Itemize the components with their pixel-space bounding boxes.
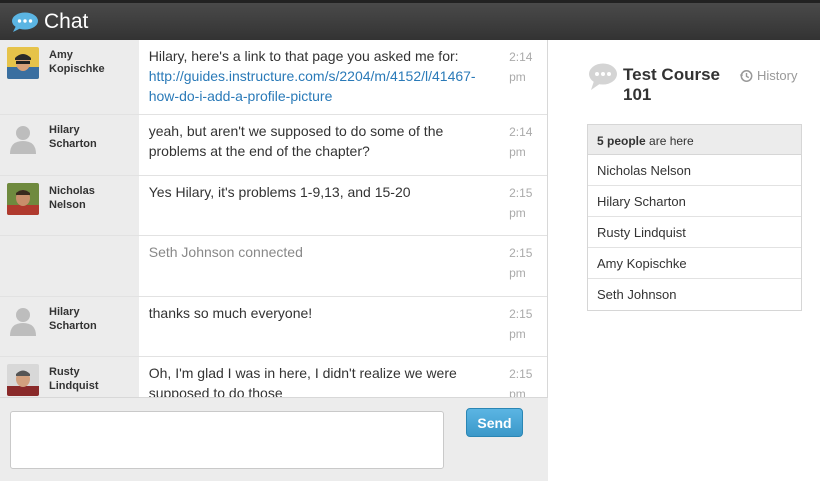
message-row: Hilary Scharton thanks so much everyone!… [0, 297, 547, 357]
default-avatar-icon [7, 304, 39, 336]
message-composer: Send [0, 397, 548, 481]
person-item[interactable]: Hilary Scharton [588, 186, 801, 217]
timestamp: 2:15 pm [509, 246, 533, 280]
person-item[interactable]: Seth Johnson [588, 279, 801, 310]
chat-bubble-icon [12, 12, 38, 32]
course-header: Test Course 101 [587, 62, 733, 105]
author-name: Amy Kopischke [49, 49, 105, 75]
message-author: Rusty Lindquist [0, 357, 139, 397]
message-text: Yes Hilary, it's problems 1-9,13, and 15… [148, 184, 411, 200]
message-link[interactable]: http://guides.instructure.com/s/2204/m/4… [149, 68, 476, 104]
timestamp: 2:14 pm [509, 50, 533, 84]
message-input[interactable] [10, 411, 444, 469]
send-button[interactable]: Send [466, 408, 523, 437]
default-avatar-icon [7, 122, 39, 154]
person-item[interactable]: Nicholas Nelson [588, 155, 801, 186]
history-label: History [757, 68, 798, 83]
message-author: Hilary Scharton [0, 115, 139, 175]
message-text: Oh, I'm glad I was in here, I didn't rea… [148, 365, 457, 397]
people-list: 5 people are here Nicholas Nelson Hilary… [587, 124, 802, 311]
course-sidebar: Test Course 101 History 5 people are her… [549, 40, 820, 481]
message-author [0, 236, 139, 296]
top-bar: Chat [0, 0, 820, 40]
message-row: Amy Kopischke Hilary, here's a link to t… [0, 40, 547, 115]
person-item[interactable]: Rusty Lindquist [588, 217, 801, 248]
timestamp: 2:15 pm [509, 367, 533, 397]
author-name: Rusty Lindquist [49, 366, 99, 392]
message-author: Amy Kopischke [0, 40, 139, 114]
timestamp: 2:15 pm [509, 186, 533, 220]
app-title: Chat [44, 9, 89, 33]
author-name: Nicholas Nelson [49, 185, 95, 211]
history-link[interactable]: History [739, 68, 797, 83]
chat-bubble-icon [589, 63, 617, 90]
message-text: thanks so much everyone! [148, 305, 313, 321]
message-list[interactable]: Amy Kopischke Hilary, here's a link to t… [0, 40, 548, 397]
message-text: Hilary, here's a link to that page you a… [148, 48, 476, 104]
history-icon [739, 69, 753, 82]
avatar [7, 183, 39, 215]
avatar [7, 47, 39, 79]
author-name: Hilary Scharton [49, 124, 97, 150]
person-item[interactable]: Amy Kopischke [588, 248, 801, 279]
author-name: Hilary Scharton [49, 306, 97, 332]
message-author: Hilary Scharton [0, 297, 139, 356]
message-text: yeah, but aren't we supposed to do some … [148, 123, 444, 159]
message-row: Nicholas Nelson Yes Hilary, it's problem… [0, 176, 547, 236]
people-count: 5 people are here [588, 125, 801, 155]
timestamp: 2:15 pm [509, 307, 533, 341]
course-title: Test Course 101 [623, 65, 720, 104]
message-row: Hilary Scharton yeah, but aren't we supp… [0, 115, 547, 176]
message-author: Nicholas Nelson [0, 176, 139, 235]
avatar [7, 364, 39, 396]
system-message-row: Seth Johnson connected 2:15 pm [0, 236, 547, 297]
system-message-text: Seth Johnson connected [148, 244, 303, 260]
message-row: Rusty Lindquist Oh, I'm glad I was in he… [0, 357, 547, 397]
timestamp: 2:14 pm [509, 125, 533, 159]
